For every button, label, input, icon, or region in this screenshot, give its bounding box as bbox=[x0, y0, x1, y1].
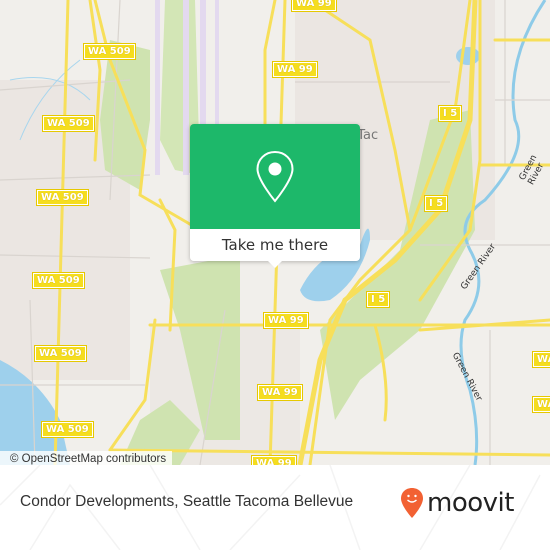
take-me-there-label: Take me there bbox=[221, 236, 329, 254]
take-me-there-button[interactable]: Take me there bbox=[190, 229, 360, 268]
road-shield: I 5 bbox=[437, 105, 463, 122]
road-shield: WA 99 bbox=[291, 0, 337, 12]
road-shield: WA 99 bbox=[251, 455, 297, 465]
popup-header bbox=[190, 124, 360, 229]
pond bbox=[456, 47, 480, 65]
runway bbox=[183, 0, 189, 175]
destination-popup: Take me there bbox=[190, 124, 360, 268]
road-shield: WA 509 bbox=[32, 272, 85, 289]
location-pin-icon bbox=[256, 150, 294, 203]
road-shield: WA 99 bbox=[263, 312, 309, 329]
location-title: Condor Developments, Seattle Tacoma Bell… bbox=[20, 493, 354, 510]
road-shield: WA 509 bbox=[34, 345, 87, 362]
road-shield: WA 509 bbox=[36, 189, 89, 206]
moovit-logo[interactable]: moovit bbox=[400, 487, 514, 519]
moovit-wordmark: moovit bbox=[427, 488, 514, 518]
moovit-pin-icon bbox=[401, 488, 423, 518]
road-shield: WA 99 bbox=[532, 351, 550, 368]
road-shield: WA 509 bbox=[42, 115, 95, 132]
footer: Condor Developments, Seattle Tacoma Bell… bbox=[0, 465, 550, 550]
runway bbox=[155, 0, 160, 175]
road-shield: WA 99 bbox=[272, 61, 318, 78]
road-shield: WA 99 bbox=[532, 396, 550, 413]
road-shield: I 5 bbox=[365, 291, 391, 308]
popup-pointer bbox=[268, 261, 282, 268]
road-shield: WA 509 bbox=[83, 43, 136, 60]
map-attribution[interactable]: © OpenStreetMap contributors bbox=[0, 451, 173, 465]
road-shield: I 5 bbox=[423, 195, 449, 212]
road-shield: WA 99 bbox=[257, 384, 303, 401]
road-shield: WA 509 bbox=[41, 421, 94, 438]
